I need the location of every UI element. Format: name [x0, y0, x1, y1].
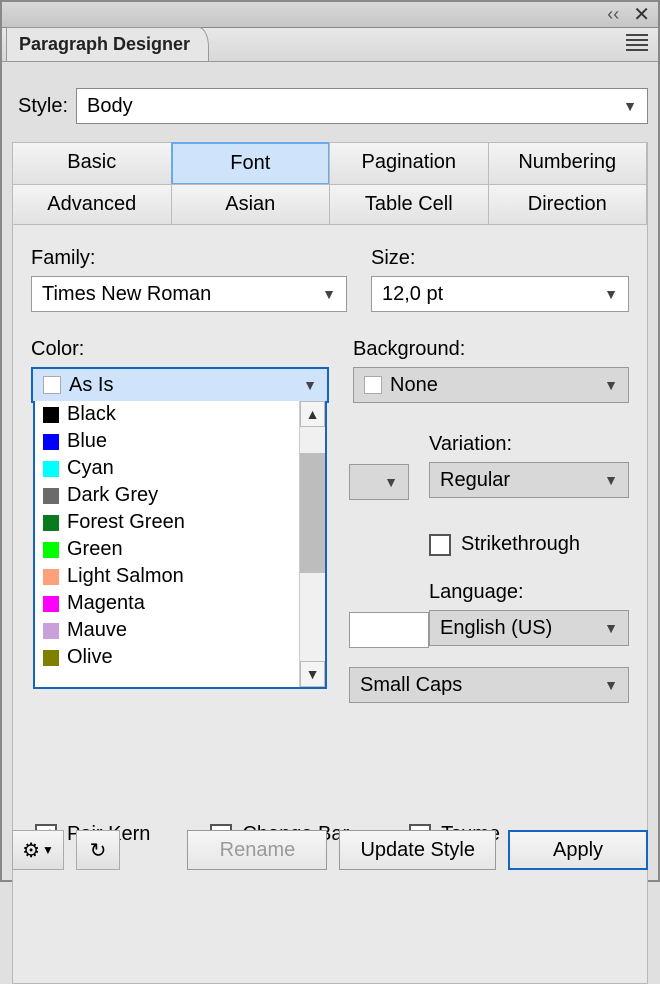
color-option-label: Forest Green — [67, 511, 185, 534]
color-label: Color: — [31, 338, 329, 361]
chevron-down-icon: ▼ — [322, 286, 336, 302]
tab-font[interactable]: Font — [171, 142, 331, 185]
color-option[interactable]: Mauve — [35, 617, 299, 644]
color-value: As Is — [69, 374, 113, 397]
color-swatch-icon — [43, 488, 59, 504]
style-dropdown[interactable]: Body ▼ — [76, 88, 648, 124]
chevron-down-icon: ▼ — [623, 98, 637, 114]
refresh-icon: ↻ — [90, 838, 107, 863]
tab-basic[interactable]: Basic — [12, 142, 172, 185]
gear-icon: ⚙ — [22, 838, 40, 863]
variation-value: Regular — [440, 469, 510, 492]
color-option-label: Black — [67, 403, 116, 426]
window-titlebar: ‹‹ ✕ — [2, 2, 658, 28]
hidden-left-dropdown[interactable]: ▼ — [349, 464, 409, 500]
color-dropdown[interactable]: As Is ▼ BlackBlueCyanDark GreyForest Gre… — [31, 367, 329, 403]
color-swatch-icon — [43, 407, 59, 423]
panel-menu-icon[interactable] — [626, 34, 648, 51]
color-option-label: Mauve — [67, 619, 127, 642]
rename-button[interactable]: Rename — [187, 830, 327, 870]
strikethrough-label: Strikethrough — [461, 533, 580, 556]
style-value: Body — [87, 95, 133, 118]
chevron-down-icon: ▼ — [384, 474, 398, 490]
color-option-label: Olive — [67, 646, 113, 669]
language-dropdown[interactable]: English (US) ▼ — [429, 610, 629, 646]
language-label: Language: — [429, 581, 629, 604]
scroll-down-icon[interactable]: ▼ — [300, 661, 325, 687]
caret-down-icon: ▼ — [42, 843, 54, 857]
close-icon[interactable]: ✕ — [633, 2, 650, 27]
background-dropdown[interactable]: None ▼ — [353, 367, 629, 403]
background-swatch-icon — [364, 376, 382, 394]
color-swatch-icon — [43, 650, 59, 666]
tab-numbering[interactable]: Numbering — [488, 142, 648, 185]
tab-direction[interactable]: Direction — [488, 184, 648, 225]
scroll-track[interactable] — [300, 427, 325, 661]
style-label: Style: — [18, 95, 68, 118]
color-option-label: Cyan — [67, 457, 114, 480]
update-style-button[interactable]: Update Style — [339, 830, 496, 870]
color-option[interactable]: Green — [35, 536, 299, 563]
color-option-label: Green — [67, 538, 123, 561]
color-swatch-icon — [43, 542, 59, 558]
size-value: 12,0 pt — [382, 283, 443, 306]
color-option[interactable]: Olive — [35, 644, 299, 671]
size-dropdown[interactable]: 12,0 pt ▼ — [371, 276, 629, 312]
chevron-down-icon: ▼ — [604, 677, 618, 693]
scroll-thumb[interactable] — [300, 453, 325, 573]
color-swatch-icon — [43, 434, 59, 450]
chevron-down-icon: ▼ — [604, 286, 618, 302]
collapse-chevrons-icon[interactable]: ‹‹ — [607, 4, 619, 25]
variation-label: Variation: — [429, 433, 629, 456]
refresh-button[interactable]: ↻ — [76, 830, 120, 870]
tab-pagination[interactable]: Pagination — [329, 142, 489, 185]
tab-asian[interactable]: Asian — [171, 184, 331, 225]
color-option-label: Magenta — [67, 592, 145, 615]
chevron-down-icon: ▼ — [303, 377, 317, 393]
color-option[interactable]: Cyan — [35, 455, 299, 482]
color-option[interactable]: Black — [35, 401, 299, 428]
numeric-input[interactable] — [349, 612, 429, 648]
color-swatch-icon — [43, 596, 59, 612]
footer-bar: ⚙ ▼ ↻ Rename Update Style Apply — [12, 830, 648, 870]
background-label: Background: — [353, 338, 629, 361]
color-dropdown-list: Black Blue Cyan Dark Grey Forest Green Green L… — [33, 401, 327, 689]
smallcaps-value: Small Caps — [360, 674, 462, 697]
background-value: None — [390, 374, 438, 397]
scroll-up-icon[interactable]: ▲ — [300, 401, 325, 427]
settings-menu-button[interactable]: ⚙ ▼ — [12, 830, 64, 870]
color-option-label: Light Salmon — [67, 565, 184, 588]
language-value: English (US) — [440, 617, 552, 640]
color-swatch-icon — [43, 376, 61, 394]
size-label: Size: — [371, 247, 629, 270]
chevron-down-icon: ▼ — [604, 377, 618, 393]
tab-advanced[interactable]: Advanced — [12, 184, 172, 225]
checkbox-icon — [429, 534, 451, 556]
panel-tabstrip: Paragraph Designer — [2, 28, 658, 62]
color-swatch-icon — [43, 515, 59, 531]
color-option[interactable]: Forest Green — [35, 509, 299, 536]
subtab-row-1: Basic Font Pagination Numbering Advanced… — [13, 143, 647, 225]
color-option-label: Dark Grey — [67, 484, 158, 507]
color-swatch-icon — [43, 569, 59, 585]
color-option[interactable]: Blue — [35, 428, 299, 455]
tab-table-cell[interactable]: Table Cell — [329, 184, 489, 225]
variation-dropdown[interactable]: Regular ▼ — [429, 462, 629, 498]
apply-button[interactable]: Apply — [508, 830, 648, 870]
color-option-label: Blue — [67, 430, 107, 453]
family-value: Times New Roman — [42, 283, 211, 306]
family-label: Family: — [31, 247, 347, 270]
color-list-scrollbar[interactable]: ▲ ▼ — [299, 401, 325, 687]
color-swatch-icon — [43, 623, 59, 639]
color-option[interactable]: Light Salmon — [35, 563, 299, 590]
chevron-down-icon: ▼ — [604, 620, 618, 636]
color-option[interactable]: Magenta — [35, 590, 299, 617]
color-option[interactable]: Dark Grey — [35, 482, 299, 509]
color-swatch-icon — [43, 461, 59, 477]
panel-tab-paragraph-designer[interactable]: Paragraph Designer — [6, 27, 209, 61]
smallcaps-dropdown[interactable]: Small Caps ▼ — [349, 667, 629, 703]
family-dropdown[interactable]: Times New Roman ▼ — [31, 276, 347, 312]
strikethrough-checkbox[interactable]: Strikethrough — [429, 533, 629, 556]
chevron-down-icon: ▼ — [604, 472, 618, 488]
